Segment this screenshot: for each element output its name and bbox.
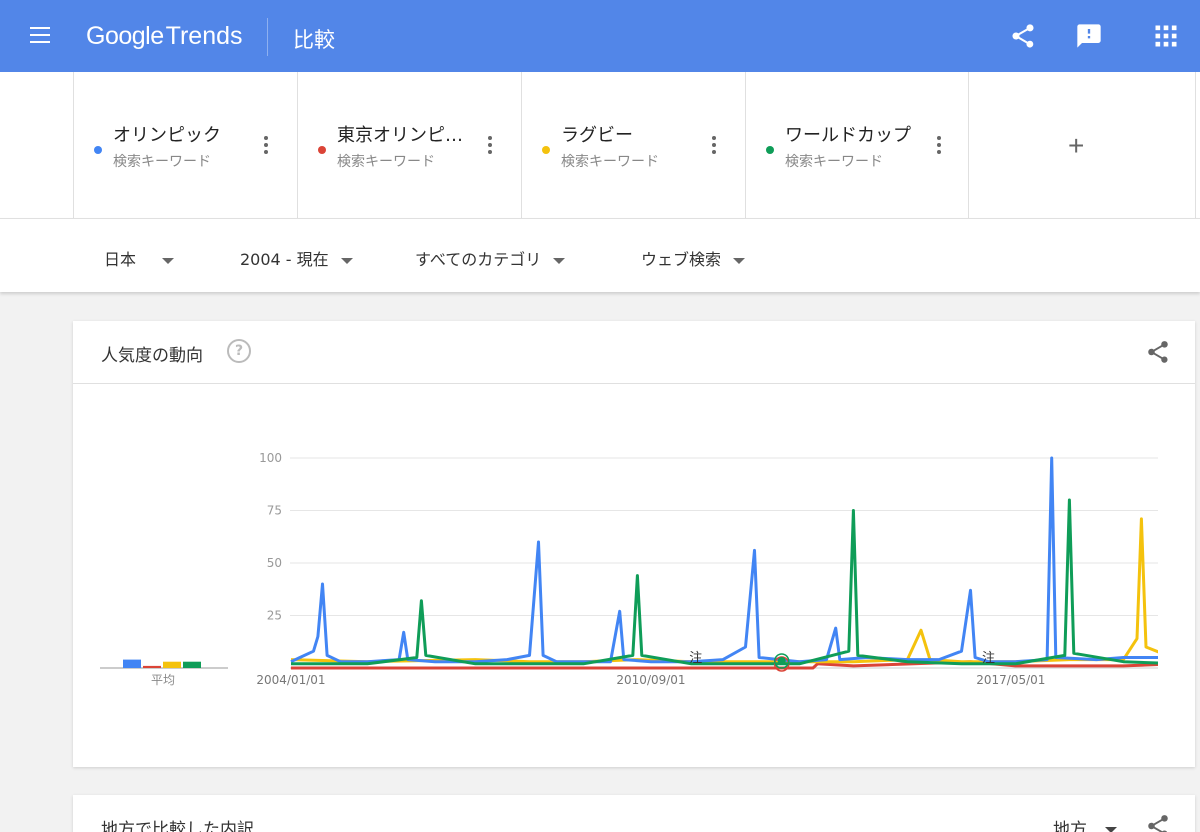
- term-type: 検索キーワード: [337, 154, 435, 170]
- category-filter-label: すべてのカテゴリ: [415, 250, 542, 269]
- chart-grid: 25 50 75 100 2004/01/01 2010/09/01 2017/05/01: [256, 451, 1158, 687]
- term-type: 検索キーワード: [113, 154, 211, 170]
- trend-chart[interactable]: 2550751002004/01/01 2010/09/01 2017/05/01 …: [73, 321, 1195, 767]
- search-term-card[interactable]: オリンピック 検索キーワード: [73, 72, 297, 218]
- feedback-icon[interactable]: [1075, 22, 1103, 50]
- regional-breakdown-card: 地方で比較した内訳 地方: [73, 795, 1195, 832]
- more-options-icon[interactable]: [487, 136, 493, 156]
- average-bar: [143, 665, 161, 668]
- search-type-filter[interactable]: ウェブ検索: [641, 246, 746, 270]
- period-filter-label: 2004 - 現在: [240, 250, 329, 269]
- average-bar: [183, 661, 201, 668]
- period-filter[interactable]: 2004 - 現在: [240, 246, 353, 270]
- filter-bar: 日本 2004 - 現在 すべてのカテゴリ ウェブ検索: [0, 218, 1200, 292]
- note-marker: 注: [689, 651, 702, 666]
- term-type: 検索キーワード: [561, 154, 659, 170]
- series-line: [290, 517, 1158, 664]
- x-tick-label: 2017/05/01: [976, 673, 1045, 687]
- term-name: ラグビー: [561, 125, 633, 146]
- region-filter-label: 日本: [104, 250, 137, 269]
- x-tick-label: 2010/09/01: [616, 673, 685, 687]
- term-color-dot: [318, 146, 326, 154]
- share-icon[interactable]: [1009, 22, 1037, 50]
- hover-point: [777, 657, 786, 665]
- term-color-dot: [766, 146, 774, 154]
- term-name: ワールドカップ: [785, 125, 911, 146]
- average-label: 平均: [151, 673, 175, 687]
- dropdown-caret-icon: [1105, 827, 1117, 832]
- term-name: 東京オリンピ…: [337, 125, 463, 146]
- more-options-icon[interactable]: [263, 136, 269, 156]
- region-filter[interactable]: 日本: [104, 246, 175, 270]
- page-title: 比較: [293, 28, 335, 52]
- google-trends-logo[interactable]: GoogleTrends: [86, 22, 243, 51]
- average-bar: [163, 661, 181, 668]
- add-comparison[interactable]: +: [968, 72, 1196, 218]
- more-options-icon[interactable]: [711, 136, 717, 156]
- dropdown-caret-icon: [340, 257, 353, 264]
- term-color-dot: [94, 146, 102, 154]
- y-tick-label: 50: [267, 556, 282, 570]
- logo-google-text: Google: [86, 22, 164, 50]
- search-term-card[interactable]: 東京オリンピ… 検索キーワード: [297, 72, 521, 218]
- search-term-card[interactable]: ワールドカップ 検索キーワード: [745, 72, 968, 218]
- app-header: GoogleTrends 比較: [0, 0, 1200, 72]
- series-line: [290, 456, 1158, 664]
- y-tick-label: 100: [259, 451, 282, 465]
- term-name: オリンピック: [113, 125, 221, 146]
- dropdown-caret-icon: [733, 257, 746, 264]
- category-filter[interactable]: すべてのカテゴリ: [415, 246, 566, 270]
- term-type: 検索キーワード: [785, 154, 883, 170]
- resolution-label: 地方: [1053, 820, 1087, 832]
- header-divider: [267, 18, 268, 56]
- search-type-filter-label: ウェブ検索: [641, 250, 722, 269]
- note-marker: 注: [982, 651, 995, 666]
- search-term-card[interactable]: ラグビー 検索キーワード: [521, 72, 745, 218]
- card-title: 地方で比較した内訳: [101, 820, 254, 832]
- term-color-dot: [542, 146, 550, 154]
- y-tick-label: 75: [267, 504, 282, 518]
- dropdown-caret-icon: [162, 257, 175, 264]
- resolution-dropdown[interactable]: 地方: [1053, 815, 1117, 832]
- average-bar: [123, 659, 141, 668]
- logo-trends-text: Trends: [165, 22, 243, 50]
- card-share-icon[interactable]: [1145, 813, 1171, 832]
- add-term-plus-icon[interactable]: +: [1068, 130, 1084, 162]
- apps-grid-icon[interactable]: [1152, 22, 1180, 50]
- dropdown-caret-icon: [553, 257, 566, 264]
- interest-over-time-card: 人気度の動向 ? 25 50 75 100 2004/01/01 2010/09/01 20…: [73, 321, 1195, 767]
- y-tick-label: 25: [267, 609, 282, 623]
- search-terms-bar: オリンピック 検索キーワード 東京オリンピ… 検索キーワード ラグビー 検索キー…: [0, 72, 1200, 218]
- more-options-icon[interactable]: [936, 136, 942, 156]
- x-tick-label: 2004/01/01: [256, 673, 325, 687]
- series-line: [291, 498, 1158, 666]
- average-bars: 平均: [100, 659, 228, 687]
- hamburger-menu-icon[interactable]: [30, 27, 52, 45]
